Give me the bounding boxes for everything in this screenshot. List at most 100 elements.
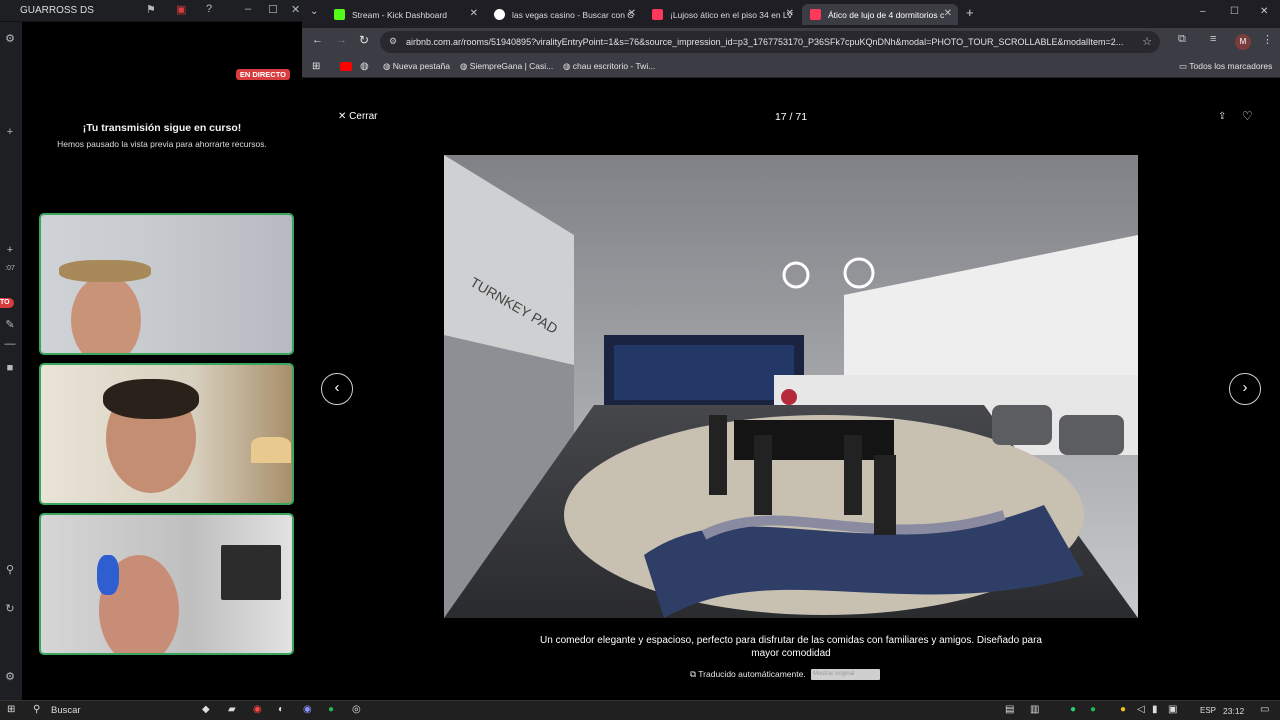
inbox-icon[interactable]: ⚑ <box>146 3 156 16</box>
clock[interactable]: 23:12 <box>1223 706 1244 716</box>
tray-icon[interactable]: ● <box>1120 704 1126 715</box>
network-icon[interactable]: ▣ <box>1168 704 1177 715</box>
listing-photo: TURNKEY PAD <box>444 155 1138 618</box>
apps-grid-icon[interactable]: ⊞ <box>312 61 320 72</box>
previous-photo-button[interactable]: ‹ <box>321 373 353 405</box>
volume-icon[interactable]: ◁ <box>1137 704 1145 715</box>
video-tile[interactable] <box>39 213 294 355</box>
hat-shape <box>59 260 151 282</box>
next-photo-button[interactable]: › <box>1229 373 1261 405</box>
profile-avatar[interactable]: M <box>1235 34 1251 50</box>
gear-icon[interactable]: ⚙ <box>3 670 17 684</box>
discord-sidebar: ⚙ + + :07 TO ✎ — ■ ⚲ ↻ ⚙ <box>0 22 22 700</box>
all-bookmarks[interactable]: ▭ Todos los marcadores <box>1179 61 1272 72</box>
forward-icon[interactable]: → <box>336 34 347 46</box>
search-icon: ⚲ <box>33 704 41 715</box>
tab-kick-dashboard[interactable]: Stream - Kick Dashboard ✕ <box>326 4 484 25</box>
divider-icon: — <box>4 338 16 350</box>
bookmark-label: chau escritorio - Twi... <box>572 61 656 71</box>
tray-icon[interactable]: ▤ <box>1005 704 1014 715</box>
close-tab-icon[interactable]: ✕ <box>944 8 952 19</box>
discord-titlebar: GUARROSS DS ⚑ ▣ ? – ☐ ✕ <box>0 0 302 22</box>
back-icon[interactable]: ← <box>312 34 323 46</box>
tab-search-icon[interactable]: ⌄ <box>310 6 318 17</box>
lamp-shape <box>251 437 291 463</box>
bookmark-star-icon[interactable]: ☆ <box>1138 35 1152 48</box>
call-timer: :07 <box>5 265 15 272</box>
address-bar[interactable]: ⚙ airbnb.com.ar/rooms/51940895?viralityE… <box>380 31 1160 53</box>
share-icon[interactable]: ⇪ <box>1218 111 1226 122</box>
chrome-icon[interactable]: ◉ <box>253 704 262 715</box>
youtube-icon[interactable] <box>340 62 352 71</box>
discord-icon[interactable]: ◉ <box>303 704 312 715</box>
bookmark-item[interactable]: ◍ Nueva pestaña <box>383 61 450 72</box>
video-tile[interactable] <box>39 513 294 655</box>
windows-taskbar: ⊞ ⚲ Buscar ◆ ▰ ◉ ◐ ◉ ● ◎ ▤ ▥ ● ● ● ◁ ▮ ▣… <box>0 700 1280 720</box>
mic-icon[interactable]: ▮ <box>1152 704 1158 715</box>
language-indicator[interactable]: ESP <box>1200 706 1216 715</box>
screen-share-icon[interactable]: ▣ <box>176 3 186 16</box>
app-title: GUARROSS DS <box>20 5 94 16</box>
live-badge: EN DIRECTO <box>235 69 290 80</box>
media-control-icon[interactable]: ≡ <box>1210 33 1216 45</box>
heart-icon[interactable]: ♡ <box>1242 109 1253 123</box>
tab-label: ¡Lujoso ático en el piso 34 en LV <box>670 10 793 20</box>
close-tab-icon[interactable]: ✕ <box>470 8 478 19</box>
bookmark-item[interactable]: ◍ chau escritorio - Twi... <box>563 61 655 72</box>
camera-icon[interactable]: ■ <box>3 362 17 376</box>
tray-icon[interactable]: ● <box>1090 704 1096 715</box>
tab-google-search[interactable]: las vegas casino - Buscar con G ✕ <box>486 4 642 25</box>
bookmark-item[interactable]: ◍ SiempreGana | Casi... <box>460 61 553 72</box>
obs-icon[interactable]: ◎ <box>352 704 361 715</box>
close-tab-icon[interactable]: ✕ <box>786 8 794 19</box>
airbnb-favicon-icon <box>652 9 663 20</box>
tab-airbnb-listing[interactable]: ¡Lujoso ático en el piso 34 en LV ✕ <box>644 4 800 25</box>
tray-icon[interactable]: ● <box>1070 704 1076 715</box>
browser-tab-strip: ⌄ Stream - Kick Dashboard ✕ las vegas ca… <box>302 0 1280 28</box>
add-icon[interactable]: + <box>3 126 17 140</box>
taskbar-search-box[interactable]: Buscar <box>51 705 81 716</box>
close-window-icon[interactable]: ✕ <box>1260 6 1268 17</box>
live-indicator: TO <box>0 298 14 308</box>
link-icon[interactable]: ⚲ <box>3 563 17 577</box>
hair-shape <box>103 379 199 419</box>
headphones-shape <box>97 555 119 595</box>
help-icon[interactable]: ? <box>206 3 212 15</box>
stream-panel: EN DIRECTO ¡Tu transmisión sigue en curs… <box>22 22 302 700</box>
tray-icon[interactable]: ▥ <box>1030 704 1039 715</box>
new-tab-icon[interactable]: + <box>966 5 974 20</box>
show-original-link[interactable]: Mostrar original <box>811 669 881 681</box>
settings-icon[interactable]: ⚙ <box>3 32 17 46</box>
file-explorer-icon[interactable]: ▰ <box>228 704 236 715</box>
google-favicon-icon <box>494 9 505 20</box>
chevron-left-icon: ‹ <box>334 379 340 396</box>
bookmark-icon[interactable]: ◍ <box>360 61 369 72</box>
windows-start-icon[interactable]: ⊞ <box>7 704 15 715</box>
pen-icon[interactable]: ✎ <box>3 318 17 332</box>
maximize-icon[interactable]: ☐ <box>1230 6 1239 17</box>
close-tab-icon[interactable]: ✕ <box>628 8 636 19</box>
stream-status-subtitle: Hemos pausado la vista previa para ahorr… <box>57 139 267 149</box>
spotify-icon[interactable]: ● <box>328 704 334 715</box>
refresh-icon[interactable]: ↻ <box>3 602 17 616</box>
site-info-icon[interactable]: ⚙ <box>389 36 397 47</box>
minimize-icon[interactable]: – <box>1200 6 1206 17</box>
notifications-icon[interactable]: ▭ <box>1260 704 1269 715</box>
url-text: airbnb.com.ar/rooms/51940895?viralityEnt… <box>406 37 1124 47</box>
airbnb-favicon-icon <box>810 9 821 20</box>
menu-kebab-icon[interactable]: ⋮ <box>1262 33 1273 46</box>
reload-icon[interactable]: ↻ <box>359 33 369 47</box>
steam-icon[interactable]: ◐ <box>278 704 284 715</box>
copilot-icon[interactable]: ◆ <box>202 704 210 715</box>
participant-video <box>71 275 141 353</box>
minimize-icon[interactable]: – <box>245 3 251 15</box>
browser-toolbar: ← → ↻ ⚙ airbnb.com.ar/rooms/51940895?vir… <box>302 28 1280 56</box>
add-icon[interactable]: + <box>3 244 17 258</box>
extensions-icon[interactable]: ⧉ <box>1178 33 1186 46</box>
tab-label: las vegas casino - Buscar con G <box>512 10 634 20</box>
tab-airbnb-active[interactable]: Ático de lujo de 4 dormitorios c ✕ <box>802 4 958 25</box>
maximize-icon[interactable]: ☐ <box>268 3 278 16</box>
close-window-icon[interactable]: ✕ <box>291 3 300 16</box>
video-tile[interactable] <box>39 363 294 505</box>
tab-label: Stream - Kick Dashboard <box>352 10 447 20</box>
